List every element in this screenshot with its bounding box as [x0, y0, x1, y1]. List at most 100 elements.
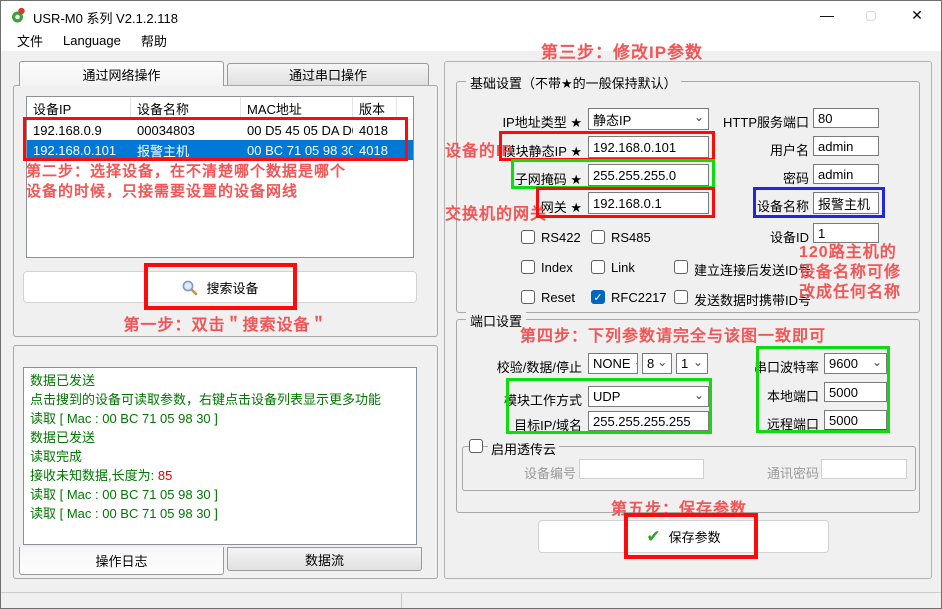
tab-serial-operation[interactable]: 通过串口操作: [227, 63, 429, 86]
device-name-label: 设备名称: [701, 196, 809, 215]
cloud-enable-checkbox[interactable]: [469, 439, 483, 453]
baud-rate-select[interactable]: 9600 ⌄: [824, 353, 887, 374]
tab-data-stream[interactable]: 数据流: [227, 547, 422, 571]
check-icon: ✔: [646, 528, 660, 545]
stop-bits-select[interactable]: 1 ⌄: [676, 353, 708, 374]
annotation-switch-gateway: 交换机的网关: [445, 200, 547, 224]
reset-label: Reset: [541, 290, 575, 305]
data-bits-select[interactable]: 8 ⌄: [642, 353, 672, 374]
status-bar: [1, 592, 941, 609]
send-id-on-connect-label: 建立连接后发送ID号: [694, 260, 811, 279]
save-button-label: 保存参数: [669, 527, 721, 546]
table-row-selected[interactable]: 192.168.0.101 报警主机 00 BC 71 05 98 30 401…: [27, 140, 413, 160]
username-field[interactable]: admin: [813, 136, 879, 156]
menu-language[interactable]: Language: [53, 33, 131, 48]
annotation-device-name-note: 120路主机的 设备名称可修 改成任何名称: [799, 243, 901, 303]
index-label: Index: [541, 260, 573, 275]
device-id-label: 设备ID: [701, 227, 809, 246]
device-table-header: 设备IP 设备名称 MAC地址 版本: [27, 97, 413, 120]
link-label: Link: [611, 260, 635, 275]
tab-operation-log[interactable]: 操作日志: [19, 547, 224, 575]
search-button-label: 搜索设备: [206, 278, 258, 297]
local-port-field[interactable]: 5000: [824, 382, 887, 402]
log-line: 读取 [ Mac : 00 BC 71 05 98 30 ]: [30, 485, 410, 504]
rfc2217-checkbox[interactable]: [591, 290, 605, 304]
menu-help[interactable]: 帮助: [131, 31, 177, 50]
device-id-field[interactable]: 1: [813, 223, 879, 243]
http-port-label: HTTP服务端口: [701, 112, 809, 131]
username-label: 用户名: [701, 140, 809, 159]
table-row[interactable]: 192.168.0.9 00034803 00 D5 45 05 DA D0 4…: [27, 120, 413, 140]
log-line: 点击搜到的设备可读取参数，右键点击设备列表显示更多功能: [30, 390, 410, 409]
send-id-with-data-checkbox[interactable]: [674, 290, 688, 304]
operation-log[interactable]: 数据已发送 点击搜到的设备可读取参数，右键点击设备列表显示更多功能 读取 [ M…: [23, 367, 417, 545]
password-label: 密码: [701, 168, 809, 187]
static-ip-field[interactable]: 192.168.0.101: [588, 136, 709, 158]
minimize-button[interactable]: —: [809, 1, 845, 29]
warning-length-value: 85: [158, 468, 172, 483]
local-port-label: 本地端口: [746, 386, 819, 405]
header-mac-address[interactable]: MAC地址: [241, 97, 353, 119]
rs422-label: RS422: [541, 230, 581, 245]
port-settings-title: 端口设置: [466, 311, 526, 330]
cloud-device-no-label: 设备编号: [524, 463, 576, 482]
rs422-checkbox[interactable]: [521, 230, 535, 244]
maximize-button[interactable]: ▢: [853, 1, 889, 29]
chevron-down-icon: ⌄: [693, 356, 703, 368]
status-bar-divider: [401, 593, 402, 609]
cloud-enable-label: 启用透传云: [488, 439, 559, 458]
log-line: 数据已发送: [30, 371, 410, 390]
menu-bar: 文件 Language 帮助: [1, 29, 941, 51]
search-icon: [181, 279, 198, 296]
cloud-password-field[interactable]: [821, 459, 907, 479]
app-window: USR-M0 系列 V2.1.2.118 — ▢ ✕ 文件 Language 帮…: [0, 0, 942, 609]
index-checkbox[interactable]: [521, 260, 535, 274]
header-version[interactable]: 版本: [353, 97, 397, 119]
rs485-label: RS485: [611, 230, 651, 245]
header-device-name[interactable]: 设备名称: [131, 97, 241, 119]
close-button[interactable]: ✕: [899, 1, 935, 29]
work-mode-select[interactable]: UDP ⌄: [588, 386, 709, 407]
basic-settings-title: 基础设置（不带★的一般保持默认）: [466, 73, 681, 92]
annotation-step2: 第二步：选择设备，在不清楚哪个数据是哪个 设备的时候，只接需要设置的设备网线: [26, 162, 346, 202]
http-port-field[interactable]: 80: [813, 108, 879, 128]
link-checkbox[interactable]: [591, 260, 605, 274]
rfc2217-label: RFC2217: [611, 290, 667, 305]
tab-network-operation[interactable]: 通过网络操作: [19, 61, 224, 86]
log-line: 读取 [ Mac : 00 BC 71 05 98 30 ]: [30, 504, 410, 523]
chevron-down-icon: ⌄: [694, 389, 704, 401]
save-params-button[interactable]: ✔ 保存参数: [538, 520, 829, 553]
ip-type-select[interactable]: 静态IP ⌄: [588, 108, 709, 130]
log-line: 读取完成: [30, 447, 410, 466]
annotation-step4: 第四步：下列参数请完全与该图一致即可: [520, 322, 826, 346]
header-device-ip[interactable]: 设备IP: [27, 97, 131, 119]
chevron-down-icon: ⌄: [634, 356, 638, 368]
chevron-down-icon: ⌄: [872, 356, 882, 368]
chevron-down-icon: ⌄: [657, 356, 667, 368]
remote-port-label: 远程端口: [746, 414, 819, 433]
title-bar: USR-M0 系列 V2.1.2.118 — ▢ ✕: [1, 1, 941, 29]
target-ip-field[interactable]: 255.255.255.255: [588, 411, 709, 431]
gateway-field[interactable]: 192.168.0.1: [588, 192, 709, 214]
send-id-with-data-label: 发送数据时携带ID号: [694, 290, 811, 309]
subnet-label: 子网掩码 ★: [421, 169, 582, 188]
subnet-field[interactable]: 255.255.255.0: [588, 164, 709, 186]
send-id-on-connect-checkbox[interactable]: [674, 260, 688, 274]
baud-rate-label: 串口波特率: [746, 357, 819, 376]
log-line-warning: 接收未知数据,长度为: 85: [30, 466, 410, 485]
password-field[interactable]: admin: [813, 164, 879, 184]
annotation-step1: 第一步：双击＂搜索设备＂: [13, 311, 438, 335]
parity-select[interactable]: NONE ⌄: [588, 353, 638, 374]
remote-port-field[interactable]: 5000: [824, 410, 887, 431]
log-line: 数据已发送: [30, 428, 410, 447]
cloud-device-no-field[interactable]: [579, 459, 704, 479]
search-device-button[interactable]: 搜索设备: [23, 271, 417, 303]
reset-checkbox[interactable]: [521, 290, 535, 304]
cloud-password-label: 通讯密码: [767, 463, 819, 482]
target-ip-label: 目标IP/域名: [421, 415, 582, 434]
log-line: 读取 [ Mac : 00 BC 71 05 98 30 ]: [30, 409, 410, 428]
rs485-checkbox[interactable]: [591, 230, 605, 244]
ip-type-label: IP地址类型 ★: [421, 112, 582, 131]
device-name-field[interactable]: 报警主机: [813, 192, 879, 214]
menu-file[interactable]: 文件: [7, 31, 53, 50]
